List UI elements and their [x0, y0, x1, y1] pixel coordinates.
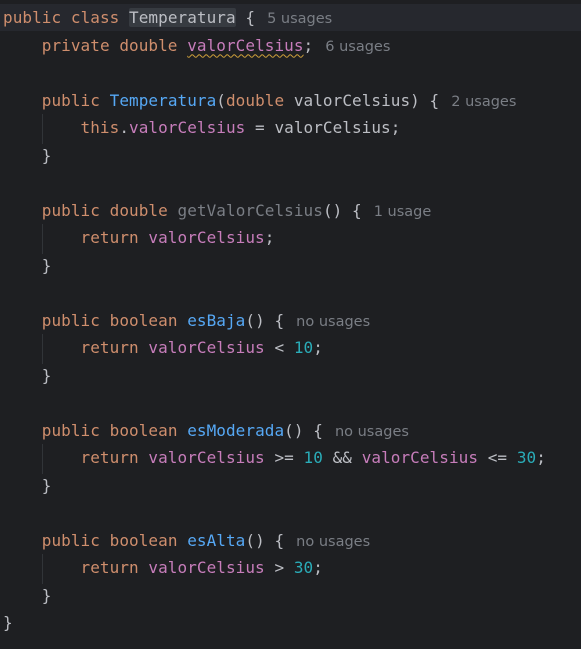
signature-rest: () { [284, 420, 323, 440]
number-literal: 10 [303, 448, 323, 467]
code-line-es-alta-signature[interactable]: public boolean esAlta() { no usages [3, 527, 546, 555]
method-name-es-alta[interactable]: esAlta [187, 531, 245, 550]
keyword-return: return [80, 448, 139, 467]
keyword-class: class [70, 8, 120, 27]
field-reference[interactable]: valorCelsius [148, 228, 264, 247]
keyword-public: public [41, 90, 100, 110]
assignment: = valorCelsius; [245, 118, 401, 137]
code-line-constructor-body[interactable]: this.valorCelsius = valorCelsius; [3, 114, 546, 142]
close-brace: } [41, 255, 52, 275]
keyword-public: public [41, 420, 100, 440]
code-content[interactable]: public class Temperatura {5 usages priva… [3, 4, 546, 637]
method-name-get-valor-celsius[interactable]: getValorCelsius [178, 201, 323, 220]
number-literal: 30 [293, 558, 314, 577]
code-line-blank[interactable] [3, 499, 546, 527]
code-line-getter-body[interactable]: return valorCelsius; [3, 224, 546, 252]
close-brace: } [41, 365, 52, 385]
type-boolean: boolean [109, 420, 178, 440]
usages-hint-constructor[interactable]: 2 usages [451, 94, 516, 110]
close-brace: } [41, 145, 52, 165]
code-line-class-close[interactable]: } [3, 609, 546, 637]
operator: && [322, 448, 362, 467]
code-editor[interactable]: public class Temperatura {5 usages priva… [0, 0, 581, 649]
close-brace: } [41, 585, 52, 605]
keyword-public: public [41, 530, 100, 550]
semicolon: ; [303, 35, 314, 55]
code-line-class-declaration[interactable]: public class Temperatura {5 usages [3, 4, 546, 32]
number-literal: 30 [516, 448, 537, 467]
semicolon: ; [536, 448, 546, 467]
code-line-es-moderada-body[interactable]: return valorCelsius >= 10 && valorCelsiu… [3, 444, 546, 472]
param-name: valorCelsius) { [284, 90, 440, 110]
keyword-this: this [80, 118, 120, 137]
keyword-return: return [80, 338, 139, 357]
close-brace: } [41, 475, 52, 495]
usages-hint-es-alta[interactable]: no usages [296, 534, 370, 550]
type-boolean: boolean [109, 310, 178, 330]
usages-hint-es-baja[interactable]: no usages [296, 314, 370, 330]
code-line-constructor-close[interactable]: } [3, 142, 546, 170]
code-line-blank[interactable] [3, 389, 546, 417]
field-name[interactable]: valorCelsius [187, 36, 303, 55]
code-line-es-alta-close[interactable]: } [3, 582, 546, 610]
number-literal: 10 [293, 338, 314, 357]
usages-hint-field[interactable]: 6 usages [325, 39, 390, 55]
code-line-constructor-signature[interactable]: public Temperatura(double valorCelsius) … [3, 87, 546, 115]
usages-hint-class[interactable]: 5 usages [267, 11, 332, 27]
type-double: double [109, 200, 168, 220]
signature-rest: () { [245, 530, 285, 550]
code-line-getter-close[interactable]: } [3, 252, 546, 280]
field-reference[interactable]: valorCelsius [148, 338, 264, 357]
close-brace: } [3, 613, 13, 632]
keyword-public: public [3, 8, 62, 27]
keyword-public: public [41, 200, 100, 220]
type-double: double [119, 35, 178, 55]
field-reference[interactable]: valorCelsius [362, 448, 478, 467]
semicolon: ; [313, 338, 323, 357]
semicolon: ; [264, 228, 275, 247]
field-reference[interactable]: valorCelsius [148, 448, 264, 467]
operator: < [264, 338, 294, 357]
param-type-double: double [225, 90, 285, 110]
code-line-field[interactable]: private double valorCelsius; 6 usages [3, 32, 546, 60]
signature-rest: () { [322, 200, 362, 220]
field-reference[interactable]: valorCelsius [148, 558, 264, 577]
code-line-blank[interactable] [3, 279, 546, 307]
code-line-es-baja-signature[interactable]: public boolean esBaja() { no usages [3, 307, 546, 335]
code-line-es-alta-body[interactable]: return valorCelsius > 30; [3, 554, 546, 582]
code-line-blank[interactable] [3, 169, 546, 197]
usages-hint-es-moderada[interactable]: no usages [335, 424, 409, 440]
method-name-es-baja[interactable]: esBaja [187, 311, 245, 330]
constructor-name[interactable]: Temperatura [110, 91, 217, 110]
usages-hint-getter[interactable]: 1 usage [374, 204, 432, 220]
code-line-es-baja-close[interactable]: } [3, 362, 546, 390]
signature-rest: () { [245, 310, 285, 330]
method-name-es-moderada[interactable]: esModerada [187, 421, 284, 440]
open-brace: { [235, 8, 256, 27]
code-line-es-moderada-signature[interactable]: public boolean esModerada() { no usages [3, 417, 546, 445]
type-boolean: boolean [109, 530, 178, 550]
operator: <= [478, 448, 517, 467]
code-line-getter-signature[interactable]: public double getValorCelsius() { 1 usage [3, 197, 546, 225]
keyword-return: return [80, 228, 139, 247]
code-line-blank[interactable] [3, 59, 546, 87]
keyword-public: public [41, 310, 100, 330]
dot: . [119, 118, 130, 137]
class-name[interactable]: Temperatura [129, 8, 236, 27]
code-line-es-baja-body[interactable]: return valorCelsius < 10; [3, 334, 546, 362]
keyword-return: return [80, 558, 139, 577]
operator: > [264, 558, 294, 577]
keyword-private: private [41, 35, 110, 55]
open-paren: ( [216, 90, 226, 110]
field-reference[interactable]: valorCelsius [129, 118, 245, 137]
semicolon: ; [313, 558, 323, 577]
code-line-es-moderada-close[interactable]: } [3, 472, 546, 500]
operator: >= [264, 448, 304, 467]
